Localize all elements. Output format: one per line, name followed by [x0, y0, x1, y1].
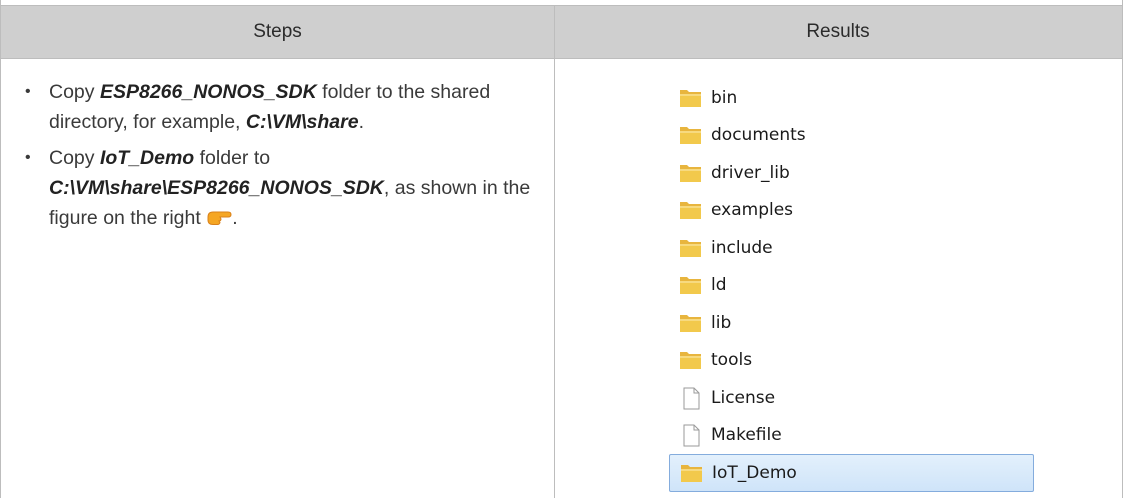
file-name: include: [711, 237, 773, 258]
folder-icon: [678, 461, 706, 485]
step-text: .: [232, 207, 238, 229]
emphasized-text: C:\VM\share: [245, 111, 359, 133]
file-name: examples: [711, 200, 794, 221]
step-text: .: [358, 111, 365, 133]
folder-item[interactable]: include: [669, 229, 1034, 267]
file-icon: [677, 423, 705, 447]
folder-item[interactable]: bin: [669, 79, 1034, 117]
file-name: lib: [711, 312, 732, 333]
folder-icon: [677, 348, 705, 372]
steps-results-table: Steps Results • Copy ESP8266_NONOS_SDK fo…: [0, 0, 1123, 498]
emphasized-text: ESP8266_NONOS_SDK: [99, 81, 317, 103]
column-divider: [554, 5, 555, 498]
file-name: driver_lib: [711, 162, 790, 183]
steps-list: • Copy ESP8266_NONOS_SDK folder to the sh…: [25, 77, 554, 235]
header-results: Results: [806, 21, 870, 42]
file-name: documents: [711, 125, 806, 146]
file-name: ld: [711, 275, 727, 296]
step-item: • Copy IoT_Demo folder to C:\VM\share\ESP…: [25, 143, 545, 235]
folder-item[interactable]: IoT_Demo: [669, 454, 1034, 492]
emphasized-text: IoT_Demo: [99, 147, 195, 169]
file-item[interactable]: Makefile: [669, 417, 1034, 455]
step-item: • Copy ESP8266_NONOS_SDK folder to the sh…: [25, 77, 545, 137]
emphasized-text: C:\VM\share\ESP8266_NONOS_SDK: [49, 177, 384, 199]
folder-item[interactable]: ld: [669, 267, 1034, 305]
table-header-row: Steps Results: [1, 5, 1122, 59]
step-text: folder to: [194, 147, 271, 169]
folder-icon: [677, 161, 705, 185]
folder-icon: [677, 273, 705, 297]
pointing-hand-icon: [206, 205, 232, 235]
steps-cell: • Copy ESP8266_NONOS_SDK folder to the sh…: [1, 59, 554, 241]
file-name: Makefile: [711, 425, 782, 446]
folder-icon: [677, 123, 705, 147]
folder-item[interactable]: tools: [669, 342, 1034, 380]
folder-icon: [677, 198, 705, 222]
file-name: bin: [711, 87, 738, 108]
file-name: License: [711, 387, 776, 408]
folder-item[interactable]: documents: [669, 117, 1034, 155]
header-steps: Steps: [253, 21, 302, 42]
folder-icon: [677, 86, 705, 110]
bullet-icon: •: [25, 83, 31, 100]
folder-item[interactable]: driver_lib: [669, 154, 1034, 192]
folder-item[interactable]: examples: [669, 192, 1034, 230]
bullet-icon: •: [25, 149, 31, 166]
file-explorer-list: bin documents driver_lib examples include ld l…: [669, 79, 1034, 492]
file-name: tools: [711, 350, 753, 371]
file-item[interactable]: License: [669, 379, 1034, 417]
folder-icon: [677, 311, 705, 335]
file-icon: [677, 386, 705, 410]
step-text: Copy: [49, 147, 100, 169]
step-text: Copy: [49, 81, 100, 103]
folder-item[interactable]: lib: [669, 304, 1034, 342]
folder-icon: [677, 236, 705, 260]
file-name: IoT_Demo: [712, 462, 797, 483]
